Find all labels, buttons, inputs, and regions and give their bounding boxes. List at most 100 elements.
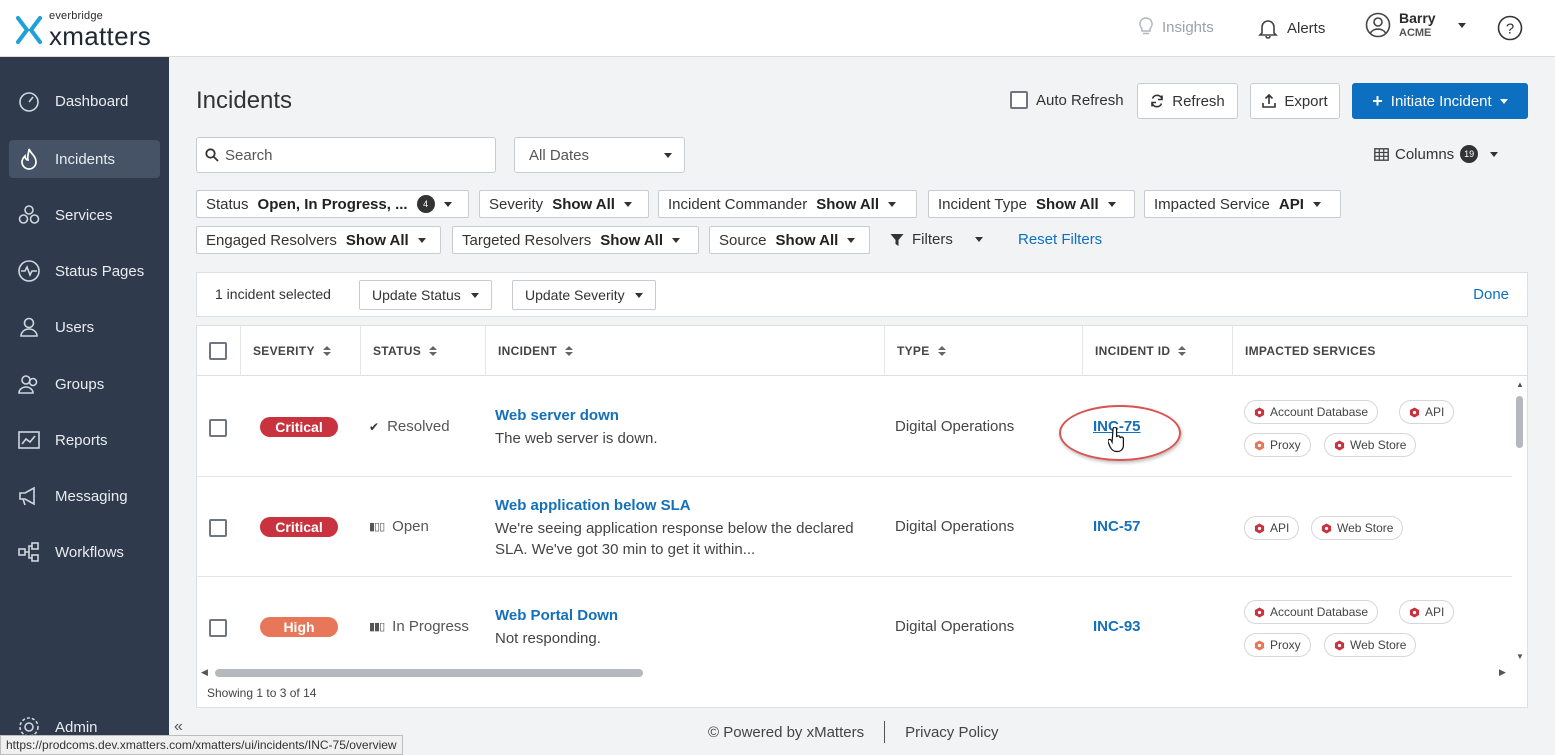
search-box[interactable] [196,137,496,173]
service-hex-icon [1334,639,1345,651]
selection-bar: 1 incident selected Update Status Update… [196,272,1528,317]
table-row[interactable]: High ▮▮▯ In Progress Web Portal Down Not… [197,577,1512,677]
initiate-incident-button[interactable]: + Initiate Incident [1352,83,1528,119]
sidebar-item-messaging[interactable]: Messaging [9,477,160,515]
column-header-incident-id[interactable]: INCIDENT ID [1083,326,1233,376]
export-button[interactable]: Export [1250,83,1340,119]
update-status-label: Update Status [372,287,461,303]
incident-title-link[interactable]: Web Portal Down [495,607,618,624]
filter-label: Incident Commander [668,195,808,213]
horizontal-scroll-thumb[interactable] [215,669,643,677]
service-label: Proxy [1270,638,1301,652]
sidebar-item-workflows[interactable]: Workflows [9,533,160,571]
vertical-scroll-thumb[interactable] [1516,396,1523,448]
help-button[interactable]: ? [1497,15,1523,46]
column-header-label: INCIDENT [498,344,558,358]
severity-badge: High [260,617,338,637]
xmatters-logo[interactable]: everbridge xmatters [16,10,176,51]
sidebar-item-dashboard[interactable]: Dashboard [9,82,160,120]
filter-impacted-service[interactable]: Impacted Service API [1144,190,1341,218]
column-header-type[interactable]: TYPE [885,326,1083,376]
horizontal-scrollbar[interactable]: ◀ ▶ [197,666,1512,680]
scroll-right-icon[interactable]: ▶ [1499,667,1506,678]
row-checkbox[interactable] [209,619,227,637]
scroll-left-icon[interactable]: ◀ [201,667,208,678]
update-status-button[interactable]: Update Status [359,280,492,310]
chevron-down-icon [974,237,983,242]
row-checkbox[interactable] [209,519,227,537]
privacy-policy-link[interactable]: Privacy Policy [905,724,998,741]
chevron-down-icon [443,201,452,207]
incident-id-link[interactable]: INC-93 [1093,618,1141,635]
sort-icon [429,346,438,356]
auto-refresh-checkbox[interactable] [1010,91,1028,109]
search-input[interactable] [225,146,475,164]
filter-targeted-resolvers[interactable]: Targeted Resolvers Show All [452,226,699,254]
filter-severity[interactable]: Severity Show All [479,190,649,218]
table-row[interactable]: Critical ▮▯▯ Open Web application below … [197,477,1512,577]
filter-value: Show All [552,195,615,213]
user-menu[interactable]: Barry ACME [1365,10,1466,40]
sidebar-item-incidents[interactable]: Incidents [9,140,160,178]
row-checkbox[interactable] [209,419,227,437]
filter-incident-commander[interactable]: Incident Commander Show All [658,190,917,218]
refresh-icon [1151,94,1164,108]
service-chip[interactable]: Account Database [1244,600,1379,624]
alerts-link[interactable]: Alerts [1257,17,1325,39]
incident-title-link[interactable]: Web application below SLA [495,497,691,514]
groups-icon [18,375,38,394]
filter-label: Source [719,231,767,249]
filter-incident-type[interactable]: Incident Type Show All [928,190,1135,218]
sidebar-item-status-pages[interactable]: Status Pages [9,252,160,290]
auto-refresh-toggle[interactable]: Auto Refresh [1010,91,1124,109]
scroll-up-icon[interactable]: ▲ [1516,380,1524,389]
incident-type: Digital Operations [895,618,1015,635]
column-header-label: SEVERITY [253,344,315,358]
plus-icon: + [1372,90,1383,111]
insights-link[interactable]: Insights [1138,17,1214,37]
more-filters-button[interactable]: Filters [890,231,983,248]
selection-count: 1 incident selected [215,286,331,302]
filter-engaged-resolvers[interactable]: Engaged Resolvers Show All [196,226,441,254]
columns-button[interactable]: Columns 19 [1374,145,1499,163]
service-chip[interactable]: API [1244,516,1300,540]
service-label: Proxy [1270,438,1301,452]
table-row[interactable]: Critical ✔ Resolved Web server down The … [197,377,1512,477]
column-header-incident[interactable]: INCIDENT [486,326,885,376]
done-link[interactable]: Done [1473,286,1509,303]
services-icon [18,205,40,224]
service-chip[interactable]: Web Store [1324,633,1417,657]
service-chip[interactable]: Proxy [1244,633,1311,657]
refresh-button[interactable]: Refresh [1137,83,1238,119]
sidebar-item-reports[interactable]: Reports [9,421,160,459]
date-range-select[interactable]: All Dates [514,137,685,173]
column-header-severity[interactable]: SEVERITY [241,326,361,376]
sidebar-item-label: Status Pages [55,262,145,280]
service-chip[interactable]: Web Store [1311,516,1404,540]
select-all-checkbox[interactable] [209,342,227,360]
user-name: Barry [1399,10,1436,26]
severity-badge: Critical [260,417,338,437]
filter-source[interactable]: Source Show All [709,226,870,254]
service-chip[interactable]: Account Database [1244,400,1379,424]
service-chip[interactable]: API [1399,400,1455,424]
vertical-scrollbar[interactable]: ▲ ▼ [1512,376,1527,666]
filter-status[interactable]: Status Open, In Progress, ... 4 [196,190,469,218]
incident-id-link[interactable]: INC-57 [1093,518,1141,535]
sidebar-item-users[interactable]: Users [9,308,160,346]
chevron-down-icon [417,237,426,243]
sidebar-item-services[interactable]: Services [9,196,160,234]
update-severity-button[interactable]: Update Severity [512,280,656,310]
reset-filters-link[interactable]: Reset Filters [1018,231,1102,248]
scroll-down-icon[interactable]: ▼ [1516,652,1524,661]
service-chip[interactable]: API [1399,600,1455,624]
sidebar-item-label: Users [55,318,95,336]
column-header-status[interactable]: STATUS [361,326,486,376]
service-chip[interactable]: Web Store [1324,433,1417,457]
collapse-sidebar-icon[interactable]: « [174,718,183,736]
sidebar-item-groups[interactable]: Groups [9,365,160,403]
service-chip[interactable]: Proxy [1244,433,1311,457]
service-label: Web Store [1350,638,1407,652]
incident-title-link[interactable]: Web server down [495,407,619,424]
avatar-icon [1365,12,1391,38]
